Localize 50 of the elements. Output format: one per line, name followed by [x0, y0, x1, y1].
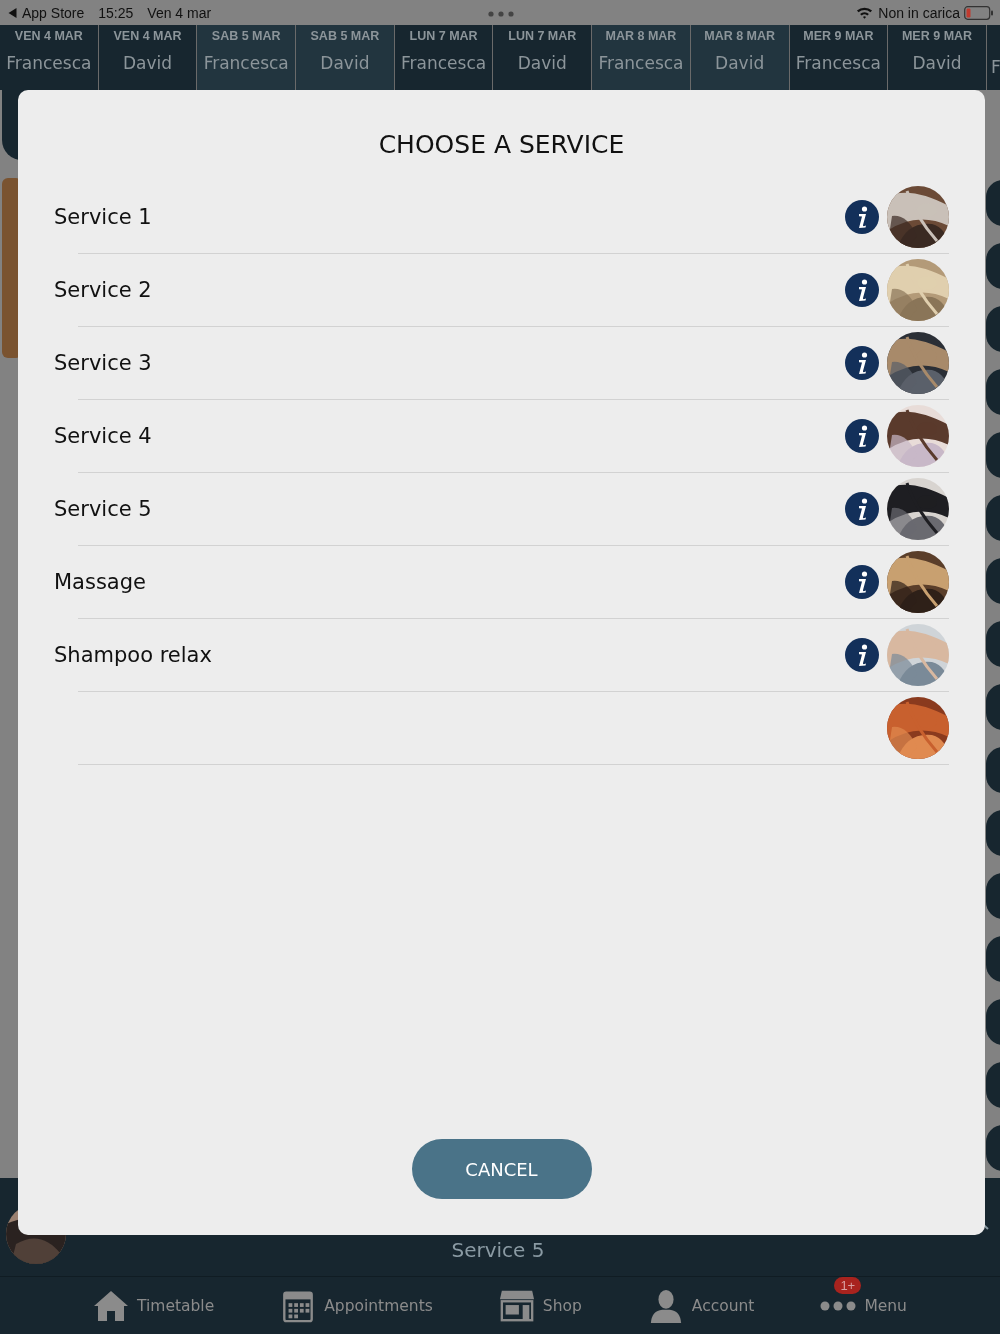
service-name: Service 2 — [54, 278, 152, 302]
more-icon — [820, 1300, 857, 1311]
tab-bar-item[interactable]: Appointments — [280, 1288, 433, 1323]
back-icon[interactable] — [8, 7, 17, 18]
info-icon[interactable] — [845, 346, 879, 380]
schedule-tab[interactable]: F — [986, 25, 1000, 90]
service-name: Massage — [54, 570, 146, 594]
info-icon[interactable] — [845, 273, 879, 307]
schedule-tab[interactable]: VEN 4 MAR David — [98, 25, 197, 90]
tab-bar-item[interactable]: Shop — [498, 1288, 582, 1323]
service-row[interactable]: Shampoo relax — [18, 619, 949, 691]
service-row[interactable]: Service 5 — [18, 473, 949, 545]
service-row[interactable]: Service 4 — [18, 400, 949, 472]
service-name: Shampoo relax — [54, 643, 212, 667]
schedule-tab[interactable]: MER 9 MAR David — [888, 25, 986, 90]
status-date: Ven 4 mar — [147, 4, 212, 21]
cancel-button[interactable]: CANCEL — [411, 1139, 592, 1199]
schedule-tab[interactable]: VEN 4 MAR Francesca — [0, 25, 98, 90]
info-icon[interactable] — [845, 492, 879, 526]
service-name: Service 5 — [54, 497, 152, 521]
info-icon[interactable] — [845, 565, 879, 599]
status-time: 15:25 — [98, 4, 134, 21]
charging-status: Non in carica — [878, 4, 960, 21]
info-icon[interactable] — [845, 638, 879, 672]
service-name: Service 3 — [54, 351, 152, 375]
booking-service: Service 5 — [450, 1238, 546, 1262]
schedule-tab[interactable]: SAB 5 MAR Francesca — [197, 25, 296, 90]
service-row[interactable]: Service 1 — [18, 181, 949, 253]
schedule-tab[interactable]: SAB 5 MAR David — [296, 25, 394, 90]
storefront-icon — [498, 1288, 535, 1323]
info-icon[interactable] — [845, 419, 879, 453]
tab-bar-item[interactable]: Timetable — [93, 1288, 215, 1323]
schedule-tab[interactable]: MAR 8 MAR Francesca — [592, 25, 690, 90]
back-label[interactable]: App Store — [22, 4, 85, 21]
schedule-tab[interactable]: LUN 7 MAR Francesca — [394, 25, 493, 90]
schedule-tab[interactable]: MER 9 MAR Francesca — [789, 25, 888, 90]
service-row[interactable]: Massage — [18, 546, 949, 618]
info-icon[interactable] — [845, 200, 879, 234]
battery-icon — [964, 5, 994, 20]
wifi-icon — [856, 6, 874, 19]
service-row[interactable]: Service 3 — [18, 327, 949, 399]
multitasking-dots-icon[interactable] — [488, 11, 514, 17]
service-row[interactable]: Service 2 — [18, 254, 949, 326]
tab-bar-item[interactable]: Account — [647, 1288, 755, 1323]
dialog-title: CHOOSE A SERVICE — [377, 130, 626, 159]
service-name: Service 4 — [54, 424, 152, 448]
schedule-tab[interactable]: LUN 7 MAR David — [493, 25, 592, 90]
schedule-tab[interactable]: MAR 8 MAR David — [690, 25, 789, 90]
service-name: Service 1 — [54, 205, 152, 229]
house-icon — [93, 1288, 129, 1323]
